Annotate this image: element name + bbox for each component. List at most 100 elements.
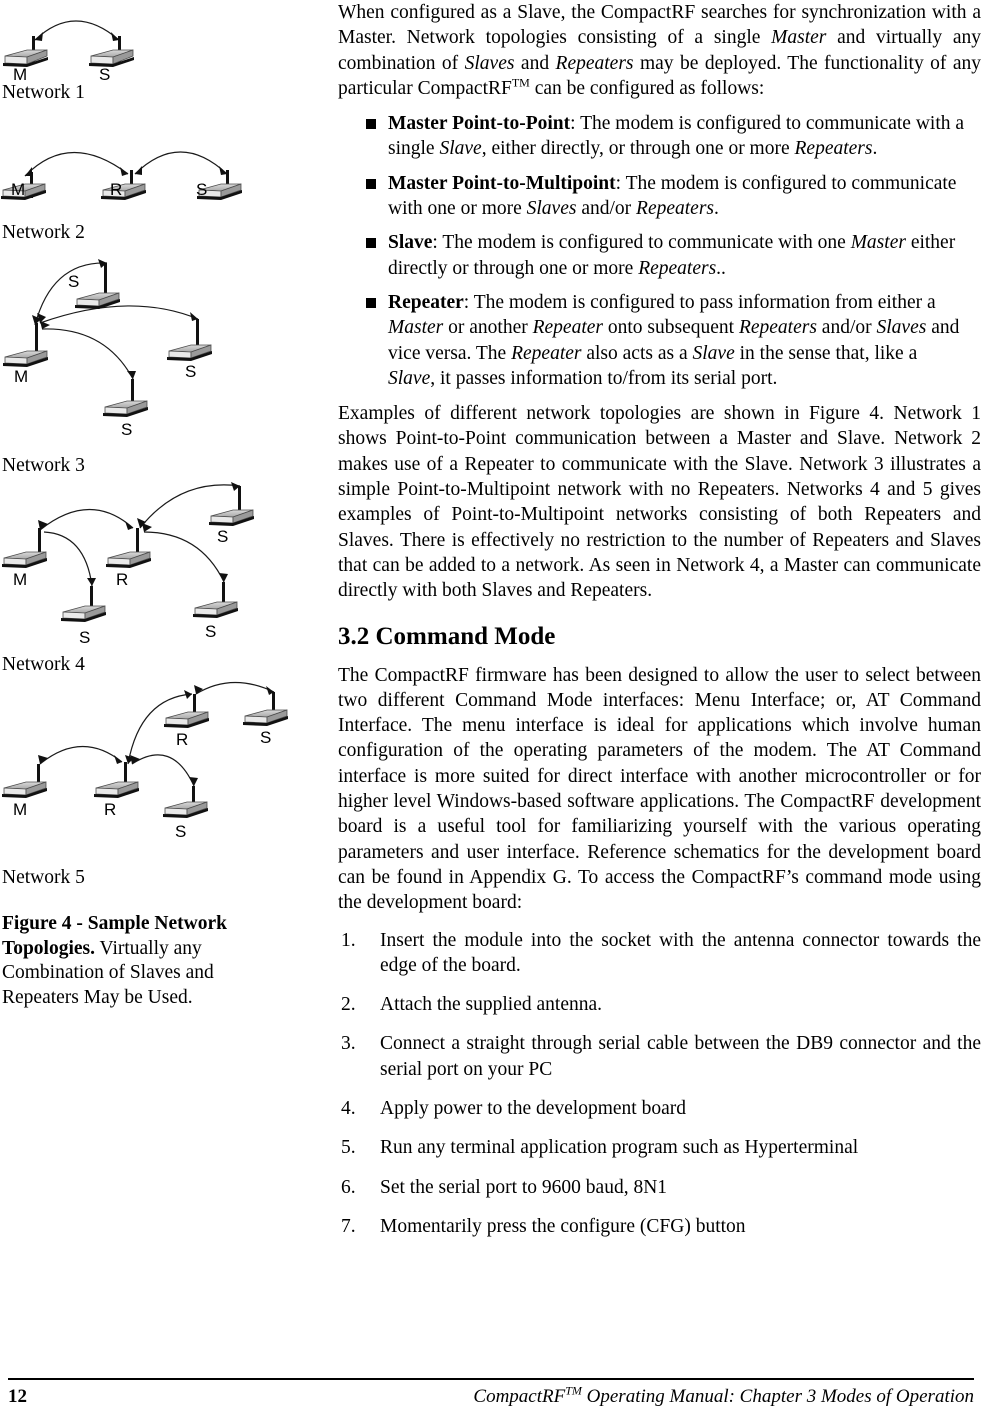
link-arc xyxy=(143,531,225,583)
bullet-term: Repeater xyxy=(388,291,464,313)
arrow-head xyxy=(135,166,142,175)
bullet-item-master-point-to-point: Master Point-to-Point: The modem is conf… xyxy=(338,111,968,162)
network-3-svg: S M S S xyxy=(3,259,212,439)
bullet-text-1: : The modem is configured to pass inform… xyxy=(463,291,936,313)
bullet-italic-2: Repeater xyxy=(532,317,603,339)
bullet-text-1: : The modem is configured to communicate… xyxy=(432,232,851,254)
node-label: S xyxy=(99,65,110,82)
step-text: Insert the module into the socket with t… xyxy=(380,929,981,976)
arrow-head xyxy=(219,166,227,175)
command-mode-paragraph: The CompactRF firmware has been designed… xyxy=(338,664,981,914)
modem-node-S xyxy=(75,263,120,309)
bullet-italic-1: Slaves xyxy=(526,198,577,220)
arrow-head xyxy=(35,32,43,41)
bullet-italic-1: Master xyxy=(388,317,444,339)
intro-italic-1: Master xyxy=(771,27,827,49)
step-item: 3. Connect a straight through serial cabl… xyxy=(338,1031,981,1082)
step-number: 6. xyxy=(341,1176,356,1198)
arrow-head xyxy=(120,167,128,176)
node-label: S xyxy=(185,362,196,381)
link-arc xyxy=(127,693,193,765)
bullet-text-2: and/or xyxy=(576,198,637,220)
footer-product-name: CompactRF xyxy=(473,1386,566,1407)
figure-caption: Figure 4 - Sample Network Topologies. Vi… xyxy=(2,912,262,1010)
arrow-head xyxy=(142,523,152,532)
step-number: 2. xyxy=(341,994,356,1016)
footer-divider xyxy=(8,1378,974,1380)
bullet-italic-4: Slaves xyxy=(876,317,927,339)
link-arc xyxy=(34,20,120,41)
step-item: 7. Momentarily press the configure (CFG) … xyxy=(338,1214,981,1239)
link-arc xyxy=(24,151,129,177)
bullet-italic-2: Repeaters xyxy=(636,198,715,220)
node-label: S xyxy=(196,180,208,199)
modem-node-S xyxy=(61,586,106,622)
link-arc xyxy=(195,681,275,695)
node-label: R xyxy=(110,180,123,199)
trademark-symbol: TM xyxy=(511,75,530,90)
step-item: 5. Run any terminal application program s… xyxy=(338,1135,981,1160)
step-number: 1. xyxy=(341,929,356,951)
square-bullet-icon xyxy=(366,238,376,249)
node-label: R xyxy=(176,730,188,749)
node-label: S xyxy=(68,272,79,291)
bullet-text-6: also acts as a xyxy=(581,342,693,364)
arrow-head xyxy=(125,521,133,530)
link-arc xyxy=(131,754,195,787)
modem-node-S xyxy=(209,486,254,526)
link-arc xyxy=(39,305,199,324)
bullet-term: Master Point-to-Multipoint xyxy=(388,172,616,194)
square-bullet-icon xyxy=(366,178,376,189)
node-label: S xyxy=(260,728,271,747)
bullet-text-4: and/or xyxy=(816,317,877,339)
bullet-text-2: or another xyxy=(443,317,533,339)
arrow-head xyxy=(111,32,119,41)
page-footer: 12 CompactRFTM Operating Manual: Chapter… xyxy=(8,1378,974,1408)
bullet-text-3: onto subsequent xyxy=(602,317,739,339)
bullet-italic-5: Repeater xyxy=(511,342,582,364)
step-text: Set the serial port to 9600 baud, 8N1 xyxy=(380,1176,668,1198)
link-arc xyxy=(39,745,123,765)
step-item: 4. Apply power to the development board xyxy=(338,1096,981,1121)
bullet-item-repeater: Repeater: The modem is configured to pas… xyxy=(338,290,968,391)
step-item: 6. Set the serial port to 9600 baud, 8N1 xyxy=(338,1175,981,1200)
bullet-italic-3: Repeaters xyxy=(738,317,817,339)
modem-node-S xyxy=(193,582,238,618)
node-label: S xyxy=(121,420,132,439)
link-arc xyxy=(134,151,228,175)
node-label: M xyxy=(13,570,27,589)
square-bullet-icon xyxy=(366,119,376,130)
modem-node-M xyxy=(2,528,47,568)
step-number: 7. xyxy=(341,1215,356,1237)
node-label: M xyxy=(13,65,27,82)
intro-italic-2: Slaves xyxy=(464,52,515,74)
network-diagram-5: R S M R S Network 5 xyxy=(0,672,320,889)
node-label: R xyxy=(116,570,128,589)
network-5-svg: R S M R S xyxy=(2,681,288,841)
modem-node-R xyxy=(94,762,139,798)
step-number: 3. xyxy=(341,1033,356,1055)
modem-node-M xyxy=(3,323,48,367)
modem-node-S xyxy=(243,692,288,726)
intro-italic-3: Repeaters xyxy=(555,52,634,74)
step-text: Apply power to the development board xyxy=(380,1097,686,1119)
intro-text-3: and xyxy=(514,52,556,74)
network-diagram-2: M R S Network 2 xyxy=(0,118,320,244)
bullet-item-slave: Slave: The modem is configured to commun… xyxy=(338,230,968,281)
section-heading-command-mode: 3.2 Command Mode xyxy=(338,622,556,650)
step-number: 5. xyxy=(341,1137,356,1159)
trademark-symbol: TM xyxy=(565,1383,582,1398)
intro-text-5: can be configured as follows: xyxy=(529,77,765,99)
arrow-head xyxy=(189,777,198,786)
bullet-term: Slave xyxy=(388,232,433,254)
document-page: M S Network 1 M R S Network 2 S M S S Ne… xyxy=(0,0,981,1423)
network-4-svg: S M R S S xyxy=(2,482,254,647)
arrow-head xyxy=(114,755,122,764)
configuration-bullet-list: Master Point-to-Point: The modem is conf… xyxy=(338,111,981,391)
examples-paragraph: Examples of different network topologies… xyxy=(338,403,981,602)
node-label: S xyxy=(175,822,186,841)
link-arc xyxy=(39,508,134,531)
arrow-head xyxy=(40,321,50,329)
node-label: R xyxy=(104,800,116,819)
step-number: 4. xyxy=(341,1097,356,1119)
